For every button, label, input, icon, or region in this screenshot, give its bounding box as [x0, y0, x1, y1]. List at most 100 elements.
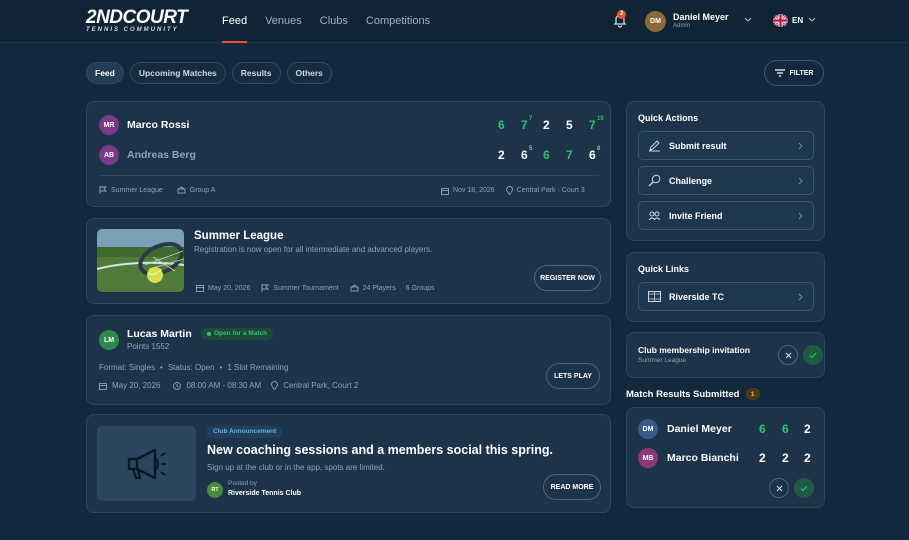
- close-icon: [785, 352, 792, 359]
- tab-feed[interactable]: Feed: [86, 62, 124, 84]
- nav-competitions[interactable]: Competitions: [366, 0, 430, 43]
- set-score: 6: [498, 118, 505, 132]
- court-icon: [648, 291, 661, 302]
- challenge-button[interactable]: Challenge: [638, 166, 814, 195]
- player-name[interactable]: Marco Rossi: [127, 119, 189, 131]
- tiebreak-score: 5: [529, 146, 533, 152]
- set-score: 2: [498, 148, 505, 162]
- submitted-result-card[interactable]: DM Daniel Meyer 6 6 2 MB Marco Bianchi 2…: [626, 407, 825, 508]
- status-badge-label: Open for a Match: [214, 330, 268, 337]
- chevron-down-icon[interactable]: [808, 17, 816, 23]
- chevron-right-icon: [798, 212, 803, 220]
- avatar[interactable]: DM: [645, 11, 666, 32]
- set-score: 6: [759, 422, 766, 436]
- location-icon: [505, 186, 513, 195]
- read-more-button[interactable]: READ MORE: [543, 474, 601, 500]
- league-players: 24 Players: [362, 284, 396, 292]
- avatar: RT: [207, 482, 223, 498]
- league-date: May 20, 2026: [208, 284, 251, 292]
- announcement-tag: Club Announcement: [207, 426, 283, 438]
- calendar-icon: [99, 382, 107, 390]
- match-result-card[interactable]: MR Marco Rossi AB Andreas Berg 6 7 7 2 5…: [86, 101, 611, 207]
- app-logo[interactable]: 2NDCOURT TENNIS COMMUNITY: [86, 7, 198, 35]
- chevron-down-icon[interactable]: [744, 17, 752, 23]
- tiebreak-score: 10: [597, 116, 604, 122]
- calendar-icon: [441, 187, 449, 195]
- link-label: Riverside TC: [669, 291, 725, 302]
- open-match-card[interactable]: LM Lucas Martin Open for a Match Points …: [86, 315, 611, 405]
- set-score: 6: [589, 148, 596, 162]
- player-name[interactable]: Lucas Martin: [127, 328, 192, 340]
- group-icon: [648, 209, 661, 222]
- player-name: Daniel Meyer: [667, 423, 732, 435]
- tab-results[interactable]: Results: [231, 62, 281, 84]
- link-riverside-tc[interactable]: Riverside TC: [638, 282, 814, 311]
- location-icon: [271, 381, 279, 390]
- filter-icon: [774, 69, 785, 77]
- divider: [99, 175, 599, 176]
- group-icon: [177, 186, 186, 194]
- match-date: May 20, 2026: [112, 381, 161, 390]
- set-score: 6: [782, 422, 789, 436]
- tiebreak-score: 8: [597, 146, 601, 152]
- nav-feed[interactable]: Feed: [222, 0, 248, 43]
- match-schedule: May 20, 2026 08:00 AM - 08:30 AM Central…: [99, 381, 358, 390]
- player-name[interactable]: Andreas Berg: [127, 149, 196, 161]
- invitation-card: Club membership invitation Summer League: [626, 332, 825, 378]
- language-label[interactable]: EN: [792, 16, 803, 25]
- uk-flag-icon[interactable]: [773, 14, 788, 27]
- set-score: 2: [804, 451, 811, 465]
- flag-icon: [99, 186, 107, 194]
- filter-label: FILTER: [789, 69, 814, 77]
- posted-by-label: Posted by: [228, 480, 257, 487]
- league-image: [97, 229, 184, 292]
- tab-others[interactable]: Others: [286, 62, 332, 84]
- user-name[interactable]: Daniel Meyer: [673, 12, 729, 22]
- tab-upcoming-matches[interactable]: Upcoming Matches: [129, 62, 226, 84]
- separator-dot: •: [160, 363, 163, 372]
- accept-button[interactable]: [803, 345, 823, 365]
- main-nav: Feed Venues Clubs Competitions: [222, 0, 448, 43]
- set-score: 6: [543, 148, 550, 162]
- match-status: Status: Open: [167, 363, 215, 372]
- announcement-card[interactable]: Club Announcement New coaching sessions …: [86, 414, 611, 513]
- group-name: Group A: [189, 186, 216, 194]
- close-icon: [776, 485, 783, 492]
- invite-friend-button[interactable]: Invite Friend: [638, 201, 814, 230]
- match-time: 08:00 AM - 08:30 AM: [186, 381, 262, 390]
- poster-name[interactable]: Riverside Tennis Club: [228, 490, 301, 497]
- lets-play-button[interactable]: LETS PLAY: [546, 363, 600, 389]
- calendar-icon: [196, 284, 204, 292]
- invitation-title: Club membership invitation: [638, 345, 750, 355]
- pencil-icon: [648, 139, 661, 152]
- nav-clubs[interactable]: Clubs: [320, 0, 348, 43]
- league-description: Registration is now open for all interme…: [194, 245, 433, 254]
- league-title[interactable]: Summer League: [194, 230, 283, 242]
- reject-result-button[interactable]: [769, 478, 789, 498]
- confirm-result-button[interactable]: [794, 478, 814, 498]
- tiebreak-score: 7: [529, 116, 533, 122]
- league-card[interactable]: Summer League Registration is now open f…: [86, 218, 611, 304]
- top-bar: 2NDCOURT TENNIS COMMUNITY Feed Venues Cl…: [0, 0, 909, 43]
- nav-venues[interactable]: Venues: [265, 0, 302, 43]
- megaphone-icon: [97, 426, 196, 501]
- avatar: LM: [99, 330, 119, 350]
- match-slots: 1 Slot Remaining: [227, 363, 289, 372]
- chevron-right-icon: [798, 293, 803, 301]
- register-now-button[interactable]: REGISTER NOW: [534, 265, 601, 291]
- feed-tabs: Feed Upcoming Matches Results Others: [86, 62, 338, 84]
- invitation-subtitle: Summer League: [638, 357, 687, 364]
- match-format: Format: Singles: [99, 363, 156, 372]
- user-role: Admin: [673, 23, 691, 29]
- announcement-title[interactable]: New coaching sessions and a members soci…: [207, 443, 553, 457]
- action-label: Challenge: [669, 175, 713, 186]
- filter-button[interactable]: FILTER: [764, 60, 824, 86]
- status-dot: [207, 332, 211, 336]
- flag-icon: [261, 284, 270, 292]
- player-name: Marco Bianchi: [667, 452, 739, 464]
- announcement-subtitle: Sign up at the club or in the app, spots…: [207, 463, 385, 472]
- logo-wordmark: 2NDCOURT: [86, 7, 188, 28]
- decline-button[interactable]: [778, 345, 798, 365]
- league-meta[interactable]: Summer League Group A: [99, 186, 215, 194]
- submit-result-button[interactable]: Submit result: [638, 131, 814, 160]
